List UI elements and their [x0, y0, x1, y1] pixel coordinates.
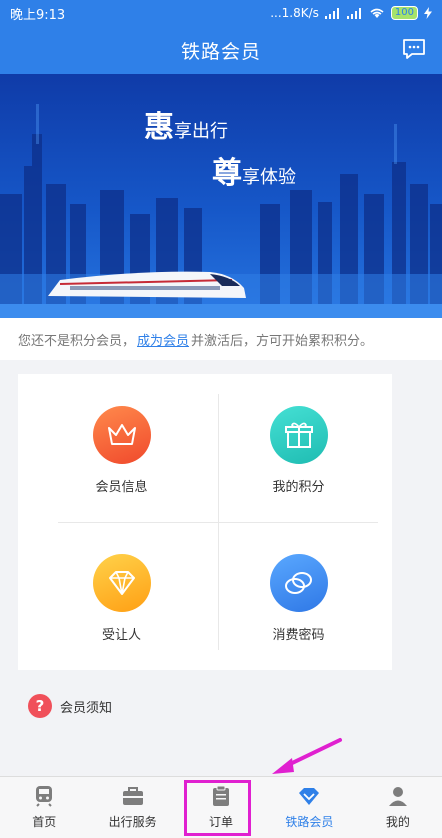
question-icon: ? [28, 694, 52, 718]
grid-item-label: 消费密码 [272, 628, 325, 643]
briefcase-icon [122, 787, 143, 805]
grid-item-payment-password[interactable]: 消费密码 [205, 522, 392, 670]
tab-home[interactable]: 首页 [0, 777, 88, 838]
battery-indicator: 100 [390, 6, 418, 20]
member-rules-label: 会员须知 [60, 700, 113, 716]
signal-hd-icon [346, 7, 361, 19]
tab-label: 铁路会员 [285, 815, 334, 829]
crown-icon [92, 406, 151, 464]
member-rules-link[interactable]: ? 会员须知 [28, 694, 112, 718]
member-feature-grid: 会员信息 我的积分 受让人 消费密码 [18, 374, 392, 670]
banner-slogan-2: 尊享体验 [212, 156, 296, 191]
tab-label: 首页 [32, 815, 57, 829]
wifi-icon [370, 8, 384, 18]
gift-icon [269, 406, 328, 464]
grid-item-label: 我的积分 [272, 480, 325, 495]
tab-mine[interactable]: 我的 [354, 777, 442, 838]
message-icon[interactable] [402, 38, 426, 60]
tab-label: 我的 [385, 815, 410, 829]
train-icon [36, 786, 53, 807]
coins-icon [269, 554, 328, 612]
signal-icon [324, 7, 339, 19]
status-indicators: ...1.8K/s 100 [270, 6, 432, 20]
network-speed: ...1.8K/s [270, 6, 319, 20]
tab-railway-member[interactable]: 铁路会员 [265, 777, 353, 838]
become-member-link[interactable]: 成为会员 [137, 330, 189, 349]
diamond-icon [299, 788, 320, 805]
diamond-icon [92, 554, 151, 612]
status-bar: 晚上9:13 ...1.8K/s 100 [0, 0, 442, 26]
grid-item-member-info[interactable]: 会员信息 [28, 374, 215, 522]
grid-item-label: 会员信息 [95, 480, 148, 495]
annotation-highlight-box [184, 780, 251, 836]
charging-icon [424, 7, 432, 19]
user-icon [388, 787, 407, 806]
tab-label: 出行服务 [108, 815, 157, 829]
page-title: 铁路会员 [180, 40, 261, 63]
promo-banner[interactable]: 惠享出行 尊享体验 [0, 74, 442, 318]
grid-item-label: 受让人 [101, 628, 141, 643]
banner-slogan-1: 惠享出行 [144, 110, 228, 145]
tab-travel-services[interactable]: 出行服务 [88, 777, 176, 838]
membership-notice: 您还不是积分会员， 成为会员 并激活后，方可开始累积积分。 [0, 318, 442, 360]
grid-item-transferee[interactable]: 受让人 [28, 522, 215, 670]
grid-item-my-points[interactable]: 我的积分 [205, 374, 392, 522]
status-time: 晚上9:13 [10, 7, 66, 23]
app-header: 铁路会员 [0, 26, 442, 74]
